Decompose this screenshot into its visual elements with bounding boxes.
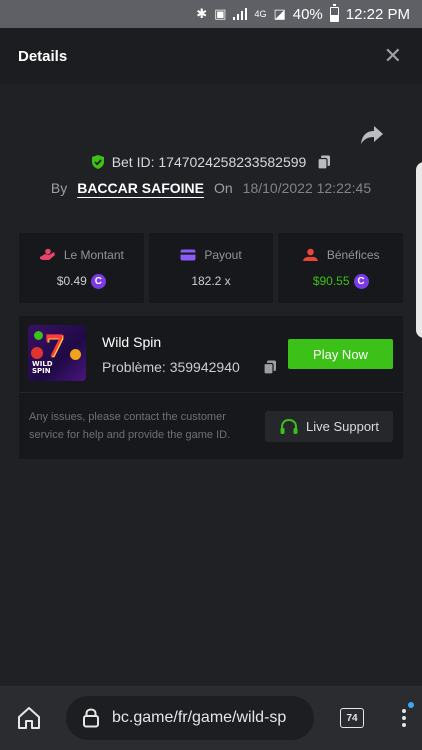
share-icon[interactable] <box>360 124 384 146</box>
on-label: On <box>213 180 233 196</box>
bet-stats: Le Montant $0.49 C Payout 182.2 x Bénéfi… <box>19 233 404 303</box>
network-type: 4G <box>254 9 267 19</box>
thumbnail-text: WILD SPIN <box>32 360 53 375</box>
lock-icon <box>83 708 99 728</box>
close-icon[interactable]: ✕ <box>384 45 402 67</box>
payout-value: 182.2 x <box>191 274 231 288</box>
bet-id-row: Bet ID: 1747024258233582599 <box>0 154 422 170</box>
bet-id: Bet ID: 1747024258233582599 <box>111 154 307 170</box>
username-link[interactable]: BACCAR SAFOINE <box>77 180 204 196</box>
seven-symbol: 7 <box>44 329 65 364</box>
details-header: Details ✕ <box>0 28 422 84</box>
status-bar: ✱ ▣ 4G ◪ 40% 12:22 PM <box>0 0 422 28</box>
sim-icon: ▣ <box>214 6 227 21</box>
bluetooth-icon: ✱ <box>196 6 208 21</box>
headset-icon <box>280 418 298 434</box>
signal-icon <box>233 8 248 20</box>
battery-percent: 40% <box>292 5 323 23</box>
bet-byline: By BACCAR SAFOINE On 18/10/2022 12:22:45 <box>0 180 422 196</box>
wifi-signal-icon: ◪ <box>273 6 286 21</box>
live-support-button[interactable]: Live Support <box>265 411 393 442</box>
amount-label: Le Montant <box>63 247 124 262</box>
game-thumbnail[interactable]: 7 WILD SPIN <box>28 325 86 381</box>
stat-amount: Le Montant $0.49 C <box>19 233 144 303</box>
clock: 12:22 PM <box>345 5 410 23</box>
copy-icon[interactable] <box>262 359 278 375</box>
verified-shield-icon <box>91 155 104 169</box>
profit-label: Bénéfices <box>326 247 380 262</box>
amount-value: $0.49 <box>56 274 87 288</box>
home-icon[interactable] <box>16 706 42 730</box>
money-hand-icon <box>39 248 55 260</box>
bet-date: 18/10/2022 12:22:45 <box>242 180 372 196</box>
wallet-icon <box>180 249 196 261</box>
url-bar[interactable]: bc.game/fr/game/wild-sp <box>66 696 314 740</box>
stat-profit: Bénéfices $90.55 C <box>278 233 404 303</box>
profit-value: $90.55 <box>312 274 350 288</box>
coin-icon: C <box>90 273 106 289</box>
notification-dot <box>408 702 414 708</box>
game-card: 7 WILD SPIN Wild Spin Problème: 35994294… <box>19 316 403 459</box>
stat-payout: Payout 182.2 x <box>148 233 274 303</box>
copy-icon[interactable] <box>316 154 332 170</box>
game-name: Wild Spin <box>102 334 162 350</box>
url-text: bc.game/fr/game/wild-sp <box>112 709 287 726</box>
play-now-button[interactable]: Play Now <box>288 339 393 369</box>
coin-icon: C <box>353 273 369 289</box>
support-note: Any issues, please contact the customer … <box>29 411 231 441</box>
by-label: By <box>50 180 68 196</box>
battery-icon <box>329 3 339 22</box>
profit-icon <box>302 248 318 261</box>
browser-toolbar: bc.game/fr/game/wild-sp 74 <box>0 686 422 750</box>
page-title: Details <box>18 47 68 65</box>
live-support-label: Live Support <box>306 419 379 434</box>
game-problem-id: Problème: 359942940 <box>102 359 240 375</box>
scroll-handle[interactable] <box>416 162 422 338</box>
menu-icon[interactable] <box>396 706 412 732</box>
divider <box>19 392 403 393</box>
payout-label: Payout <box>204 248 242 262</box>
tabs-count-button[interactable]: 74 <box>340 708 364 728</box>
